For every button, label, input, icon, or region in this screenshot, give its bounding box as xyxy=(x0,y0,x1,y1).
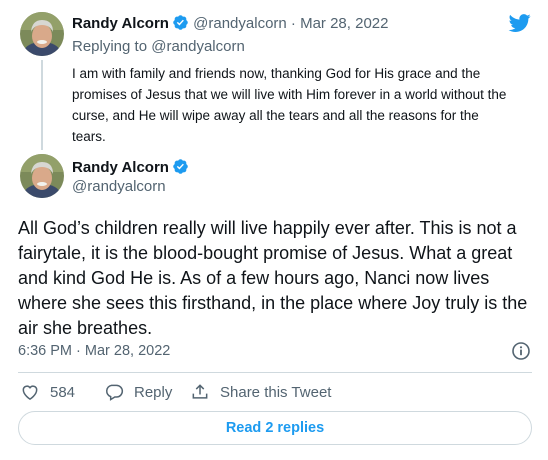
share-label: Share this Tweet xyxy=(220,383,332,401)
author-name[interactable]: Randy Alcorn xyxy=(72,159,169,176)
twitter-bird-icon[interactable] xyxy=(508,12,532,34)
thread-connector-line xyxy=(41,60,43,150)
reply-tweet-header: Randy Alcorn @randyalcorn · Mar 28, 2022 xyxy=(72,14,388,35)
tweet-timestamp[interactable]: 6:36 PM · Mar 28, 2022 xyxy=(18,343,170,359)
divider xyxy=(18,372,532,373)
avatar[interactable] xyxy=(20,154,64,198)
avatar[interactable] xyxy=(20,12,64,56)
reply-label: Reply xyxy=(134,383,173,401)
tweet-date[interactable]: Mar 28, 2022 xyxy=(300,15,388,32)
like-count: 584 xyxy=(50,383,76,401)
replying-handle-link[interactable]: @randyalcorn xyxy=(151,38,245,55)
reply-button[interactable]: Reply xyxy=(104,382,172,402)
verified-badge-icon xyxy=(172,158,189,179)
replying-to-line: Replying to @randyalcorn xyxy=(72,38,245,55)
author-handle[interactable]: @randyalcorn xyxy=(72,178,166,195)
reply-tweet-text: I am with family and friends now, thanki… xyxy=(72,66,507,144)
share-button[interactable]: Share this Tweet xyxy=(190,382,331,402)
read-replies-button[interactable]: Read 2 replies xyxy=(18,411,532,445)
replying-prefix: Replying to xyxy=(72,38,148,55)
main-tweet-text: All God’s children really will live happ… xyxy=(18,218,528,338)
like-button[interactable]: 584 xyxy=(20,382,75,402)
separator-dot: · xyxy=(290,15,296,32)
verified-badge-icon xyxy=(172,14,189,35)
main-tweet-author: Randy Alcorn xyxy=(72,158,189,179)
info-icon[interactable] xyxy=(511,341,531,361)
author-name[interactable]: Randy Alcorn xyxy=(72,15,169,32)
author-handle[interactable]: @randyalcorn xyxy=(193,15,287,32)
speech-bubble-icon xyxy=(104,382,134,402)
tweet-embed-card: Randy Alcorn @randyalcorn · Mar 28, 2022… xyxy=(0,0,548,460)
heart-icon xyxy=(20,382,50,402)
share-arrow-icon xyxy=(190,382,220,402)
